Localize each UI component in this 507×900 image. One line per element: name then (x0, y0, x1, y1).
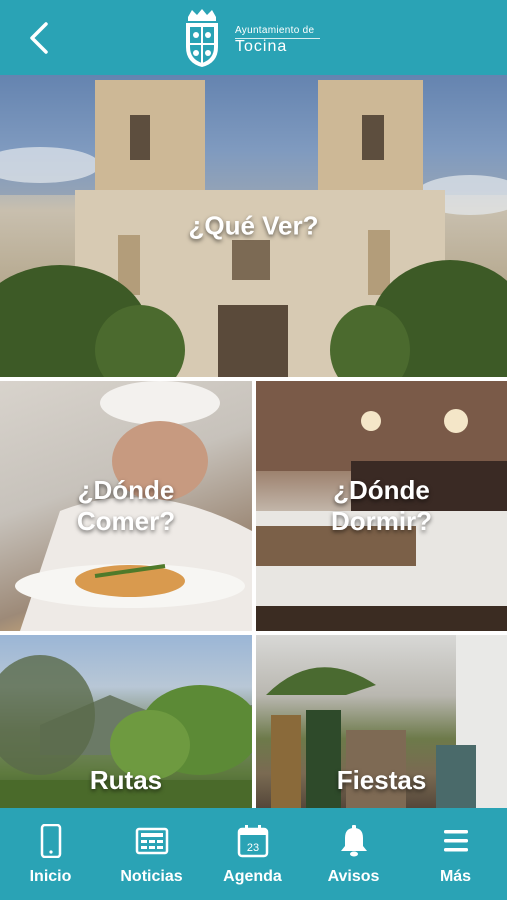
tab-noticias[interactable]: Noticias (101, 808, 202, 900)
tab-inicio[interactable]: Inicio (0, 808, 101, 900)
tile-label-line-1: ¿Dónde (333, 475, 430, 505)
tile-label: Rutas (89, 765, 163, 795)
tile-label: ¿Dónde Comer? (0, 475, 252, 537)
tile-fiestas[interactable]: Fiestas (256, 635, 507, 808)
tile-label: Fiestas (336, 765, 427, 795)
tile-label-line-2: Comer? (76, 506, 176, 536)
app-header: Ayuntamiento de Tocina (0, 0, 507, 75)
tile-que-ver[interactable]: ¿Qué Ver? (0, 75, 507, 377)
logo-title: Tocina (235, 38, 288, 55)
tab-mas[interactable]: Más (404, 808, 507, 900)
tab-label: Noticias (120, 868, 183, 885)
tile-label: ¿Qué Ver? (188, 210, 319, 241)
tab-label: Inicio (29, 868, 72, 885)
tab-agenda[interactable]: 23 Agenda (202, 808, 303, 900)
chevron-left-icon[interactable] (22, 18, 58, 58)
tab-avisos[interactable]: Avisos (303, 808, 404, 900)
calendar-icon: 23 (237, 825, 268, 858)
tab-label: Avisos (327, 868, 380, 885)
tile-label-line-1: ¿Dónde (77, 475, 175, 505)
menu-icon (443, 830, 468, 852)
tab-label: Más (439, 868, 472, 885)
tile-donde-dormir[interactable]: ¿Dónde Dormir? (256, 381, 507, 631)
calendar-day: 23 (246, 842, 258, 854)
tile-label: ¿Dónde Dormir? (256, 475, 507, 537)
bell-icon (340, 825, 367, 857)
tile-rutas[interactable]: Rutas (0, 635, 252, 808)
logo-subtitle: Ayuntamiento de (235, 25, 315, 36)
tile-label-line-2: Dormir? (330, 506, 433, 536)
newspaper-icon (135, 827, 168, 855)
tile-donde-comer[interactable]: ¿Dónde Comer? (0, 381, 252, 631)
phone-icon (40, 824, 61, 858)
bottom-tab-bar: Inicio Noticias 23 Agenda Avisos Más (0, 808, 507, 900)
tab-label: Agenda (223, 868, 282, 885)
